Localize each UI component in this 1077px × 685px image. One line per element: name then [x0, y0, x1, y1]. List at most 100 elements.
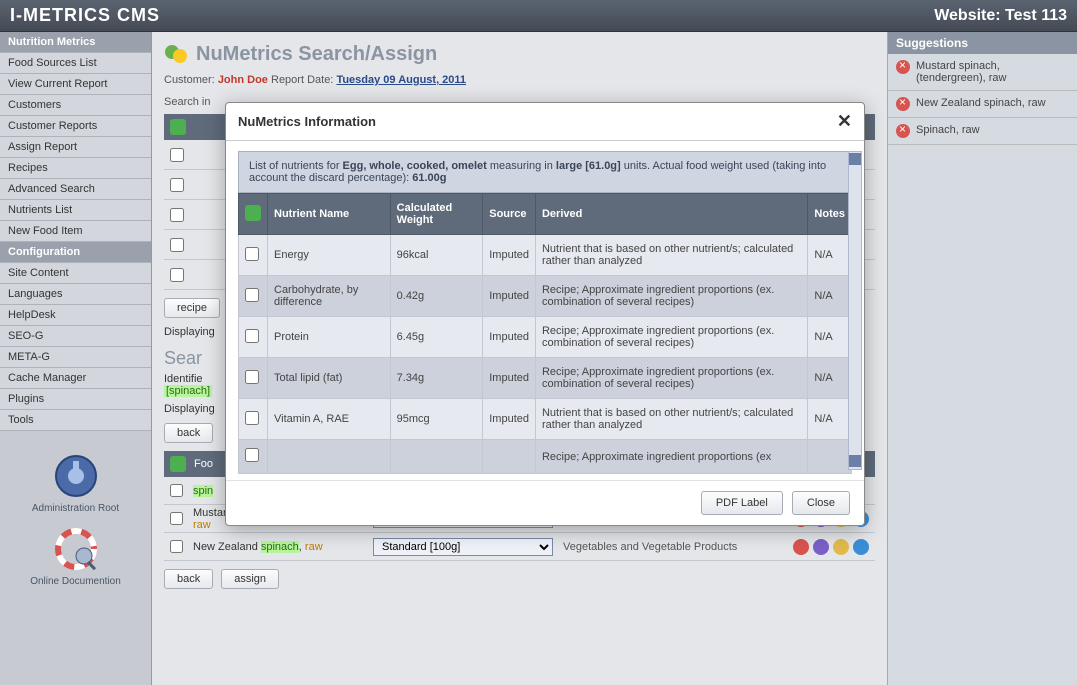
- check-all-icon[interactable]: [245, 205, 261, 221]
- cell-name: Energy: [268, 235, 391, 276]
- suggestion-item[interactable]: New Zealand spinach, raw: [888, 91, 1077, 118]
- cell-derived: Nutrient that is based on other nutrient…: [535, 399, 807, 440]
- sidebar-item[interactable]: Food Sources List: [0, 53, 151, 74]
- cell-weight: 95mcg: [390, 399, 483, 440]
- cell-weight: 7.34g: [390, 358, 483, 399]
- table-row: New Zealand spinach, raw Standard [100g]…: [164, 533, 875, 561]
- food-category: Vegetables and Vegetable Products: [563, 541, 783, 553]
- sidebar-item[interactable]: Nutrients List: [0, 200, 151, 221]
- sidebar-item[interactable]: Site Content: [0, 263, 151, 284]
- sidebar-item[interactable]: SEO-G: [0, 326, 151, 347]
- col-derived: Derived: [535, 194, 807, 235]
- delete-icon[interactable]: [793, 539, 809, 555]
- sidebar-item[interactable]: View Current Report: [0, 74, 151, 95]
- sidebar-item[interactable]: HelpDesk: [0, 305, 151, 326]
- cell-notes: N/A: [808, 276, 852, 317]
- row-checkbox[interactable]: [245, 247, 259, 261]
- scrollbar[interactable]: [848, 151, 862, 470]
- sidebar-item[interactable]: Languages: [0, 284, 151, 305]
- info-icon[interactable]: [853, 539, 869, 555]
- cell-derived: Recipe; Approximate ingredient proportio…: [535, 317, 807, 358]
- row-checkbox[interactable]: [245, 448, 259, 462]
- report-date[interactable]: Tuesday 09 August, 2011: [336, 74, 466, 86]
- app-title: I-METRICS CMS: [10, 5, 160, 26]
- sidebar: Nutrition MetricsFood Sources ListView C…: [0, 32, 152, 685]
- table-row: Carbohydrate, by difference 0.42g Impute…: [239, 276, 852, 317]
- col-nutrient: Nutrient Name: [268, 194, 391, 235]
- cell-derived: Nutrient that is based on other nutrient…: [535, 235, 807, 276]
- row-checkbox[interactable]: [245, 329, 259, 343]
- cell-weight: 96kcal: [390, 235, 483, 276]
- row-checkbox[interactable]: [245, 370, 259, 384]
- row-checkbox[interactable]: [170, 208, 184, 222]
- chat-icon: [164, 42, 188, 66]
- measure-select[interactable]: Standard [100g]: [373, 538, 553, 556]
- page-title: NuMetrics Search/Assign: [196, 43, 437, 66]
- row-checkbox[interactable]: [245, 411, 259, 425]
- row-checkbox[interactable]: [170, 484, 183, 497]
- table-row: Vitamin A, RAE 95mcg Imputed Nutrient th…: [239, 399, 852, 440]
- row-checkbox[interactable]: [170, 238, 184, 252]
- cell-notes: N/A: [808, 235, 852, 276]
- suggestion-item[interactable]: Mustard spinach, (tendergreen), raw: [888, 54, 1077, 91]
- assign-button[interactable]: assign: [221, 569, 279, 589]
- sidebar-item[interactable]: Assign Report: [0, 137, 151, 158]
- remove-icon[interactable]: [896, 124, 910, 138]
- cell-source: Imputed: [483, 358, 536, 399]
- cell-source: Imputed: [483, 317, 536, 358]
- sidebar-item[interactable]: Cache Manager: [0, 368, 151, 389]
- cell-derived: Recipe; Approximate ingredient proportio…: [535, 358, 807, 399]
- customer-name: John Doe: [218, 74, 268, 86]
- info-banner: List of nutrients for Egg, whole, cooked…: [238, 151, 852, 193]
- cell-source: Imputed: [483, 399, 536, 440]
- modal-title: NuMetrics Information: [238, 114, 376, 129]
- website-label: Website: Test 113: [934, 7, 1067, 25]
- back-button[interactable]: back: [164, 569, 213, 589]
- back-button[interactable]: back: [164, 423, 213, 443]
- sidebar-item[interactable]: Recipes: [0, 158, 151, 179]
- row-checkbox[interactable]: [170, 148, 184, 162]
- col-notes: Notes: [808, 194, 852, 235]
- sidebar-item[interactable]: New Food Item: [0, 221, 151, 242]
- remove-icon[interactable]: [896, 97, 910, 111]
- cell-name: Carbohydrate, by difference: [268, 276, 391, 317]
- sidebar-item[interactable]: Tools: [0, 410, 151, 431]
- admin-root-link[interactable]: Administration Root: [0, 453, 151, 514]
- recipe-button[interactable]: recipe: [164, 298, 220, 318]
- suggestions-title: Suggestions: [888, 32, 1077, 54]
- pdf-label-button[interactable]: PDF Label: [701, 491, 783, 515]
- row-checkbox[interactable]: [245, 288, 259, 302]
- cell-notes: N/A: [808, 399, 852, 440]
- edit-icon[interactable]: [833, 539, 849, 555]
- cell-source: Imputed: [483, 235, 536, 276]
- cell-weight: 0.42g: [390, 276, 483, 317]
- cell-name: Total lipid (fat): [268, 358, 391, 399]
- cell-weight: 6.45g: [390, 317, 483, 358]
- cell-name: Vitamin A, RAE: [268, 399, 391, 440]
- check-icon[interactable]: [170, 119, 186, 135]
- close-icon[interactable]: ✕: [837, 111, 852, 132]
- col-source: Source: [483, 194, 536, 235]
- close-button[interactable]: Close: [792, 491, 850, 515]
- row-checkbox[interactable]: [170, 268, 184, 282]
- sidebar-item[interactable]: Advanced Search: [0, 179, 151, 200]
- nutrient-table: Nutrient Name Calculated Weight Source D…: [238, 193, 852, 474]
- sidebar-item[interactable]: Plugins: [0, 389, 151, 410]
- sidebar-item[interactable]: Configuration: [0, 242, 151, 263]
- cell-derived: Recipe; Approximate ingredient proportio…: [535, 276, 807, 317]
- suggestion-item[interactable]: Spinach, raw: [888, 118, 1077, 145]
- check-icon[interactable]: [170, 456, 186, 472]
- sidebar-item[interactable]: Nutrition Metrics: [0, 32, 151, 53]
- sidebar-item[interactable]: Customer Reports: [0, 116, 151, 137]
- link-icon[interactable]: [813, 539, 829, 555]
- online-doc-link[interactable]: Online Documention: [0, 526, 151, 587]
- customer-line: Customer: John Doe Report Date: Tuesday …: [164, 74, 875, 86]
- row-checkbox[interactable]: [170, 178, 184, 192]
- row-checkbox[interactable]: [170, 512, 183, 525]
- table-row: Protein 6.45g Imputed Recipe; Approximat…: [239, 317, 852, 358]
- sidebar-item[interactable]: META-G: [0, 347, 151, 368]
- remove-icon[interactable]: [896, 60, 910, 74]
- col-weight: Calculated Weight: [390, 194, 483, 235]
- row-checkbox[interactable]: [170, 540, 183, 553]
- sidebar-item[interactable]: Customers: [0, 95, 151, 116]
